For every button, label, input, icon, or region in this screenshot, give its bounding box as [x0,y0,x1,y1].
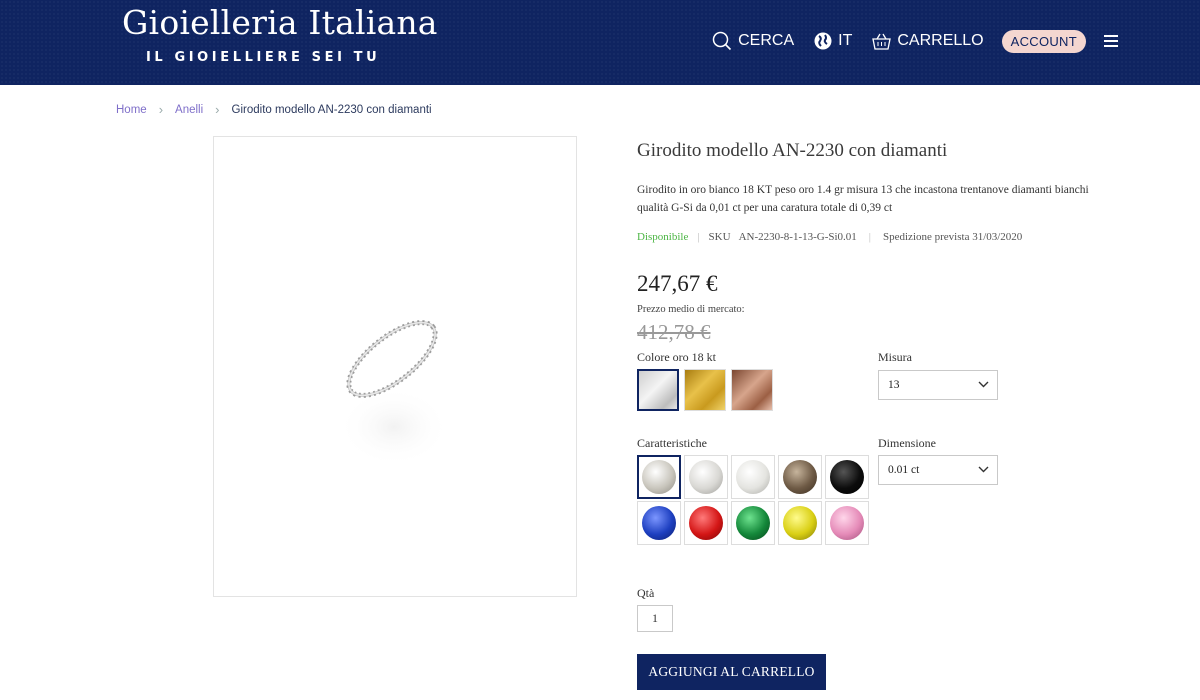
chevron-right-icon: › [158,102,164,117]
size-label: Misura [878,350,912,364]
gold-swatch-yellow[interactable] [684,369,726,411]
diamond-icon [783,460,817,494]
gem-yellow-sapphire[interactable] [778,501,822,545]
divider: | [868,231,871,243]
gem-icon [736,506,770,540]
sku-label: SKU [708,231,731,243]
add-to-cart-button[interactable]: AGGIUNGI AL CARRELLO [637,654,826,690]
gem-pink-sapphire[interactable] [825,501,869,545]
breadcrumb-home-link[interactable]: Home [116,104,147,116]
dimension-value: 0.01 ct [888,464,920,476]
gem-white-diamond-1[interactable] [637,455,681,499]
gem-icon [830,506,864,540]
breadcrumb-rings-link[interactable]: Anelli [175,104,203,116]
gem-black-diamond[interactable] [825,455,869,499]
search-link[interactable]: CERCA [712,31,794,51]
gem-white-diamond-2[interactable] [684,455,728,499]
gem-icon [689,506,723,540]
gem-icon [642,506,676,540]
basket-icon [872,33,892,50]
quantity-label: Qtà [637,586,655,600]
cart-label: CARRELLO [897,32,984,49]
globe-icon [814,32,832,50]
language-selector[interactable]: IT [814,32,852,50]
brand-logo[interactable]: Gioielleria Italiana IL GIOIELLIERE SEI … [122,3,438,66]
market-price: 412,78 € [637,320,711,344]
search-icon [712,31,732,51]
chevron-down-icon [978,381,989,388]
product-price: 247,67 € [637,271,718,296]
breadcrumb: Home › Anelli › Girodito modello AN-2230… [116,102,432,117]
cart-link[interactable]: CARRELLO [872,32,984,50]
site-header: Gioielleria Italiana IL GIOIELLIERE SEI … [0,0,1200,85]
diamond-icon [830,460,864,494]
features-label: Caratteristiche [637,436,707,450]
ring-image [338,320,450,467]
language-label: IT [838,32,853,49]
dimension-label: Dimensione [878,436,936,450]
sku-value: AN-2230-8-1-13-G-Si0.01 [738,231,857,243]
breadcrumb-current: Girodito modello AN-2230 con diamanti [231,103,432,116]
account-button[interactable]: ACCOUNT [1001,29,1086,53]
divider: | [697,231,700,243]
diamond-icon [736,460,770,494]
diamond-icon [642,460,676,494]
gem-brown-diamond[interactable] [778,455,822,499]
size-value: 13 [888,379,900,391]
search-label: CERCA [738,32,795,49]
chevron-down-icon [978,466,989,473]
brand-tagline: IL GIOIELLIERE SEI TU [146,50,381,65]
market-price-label: Prezzo medio di mercato: [637,304,745,315]
dimension-select[interactable]: 0.01 ct [878,455,998,485]
shipping-date: Spedizione prevista 31/03/2020 [883,231,1023,243]
gem-emerald[interactable] [731,501,775,545]
product-title: Girodito modello AN-2230 con diamanti [637,140,948,161]
diamond-icon [689,460,723,494]
availability-status: Disponibile [637,231,689,243]
product-info: Girodito modello AN-2230 con diamanti Gi… [637,140,1097,690]
gem-ruby[interactable] [684,501,728,545]
product-meta: Disponibile | SKU AN-2230-8-1-13-G-Si0.0… [637,231,1022,243]
gem-white-diamond-3[interactable] [731,455,775,499]
gem-icon [783,506,817,540]
quantity-input[interactable]: 1 [637,605,673,632]
gold-swatch-white[interactable] [637,369,679,411]
main-nav: CERCA IT CARRELLO ACCOUNT [692,28,1118,54]
gold-swatch-rose[interactable] [731,369,773,411]
chevron-right-icon: › [215,102,220,117]
gold-color-label: Colore oro 18 kt [637,350,716,364]
size-select[interactable]: 13 [878,370,998,400]
brand-name: Gioielleria Italiana [122,3,438,42]
product-description: Girodito in oro bianco 18 KT peso oro 1.… [637,184,1089,214]
hamburger-menu-icon[interactable] [1104,35,1118,47]
product-image[interactable] [213,136,577,597]
gem-sapphire[interactable] [637,501,681,545]
